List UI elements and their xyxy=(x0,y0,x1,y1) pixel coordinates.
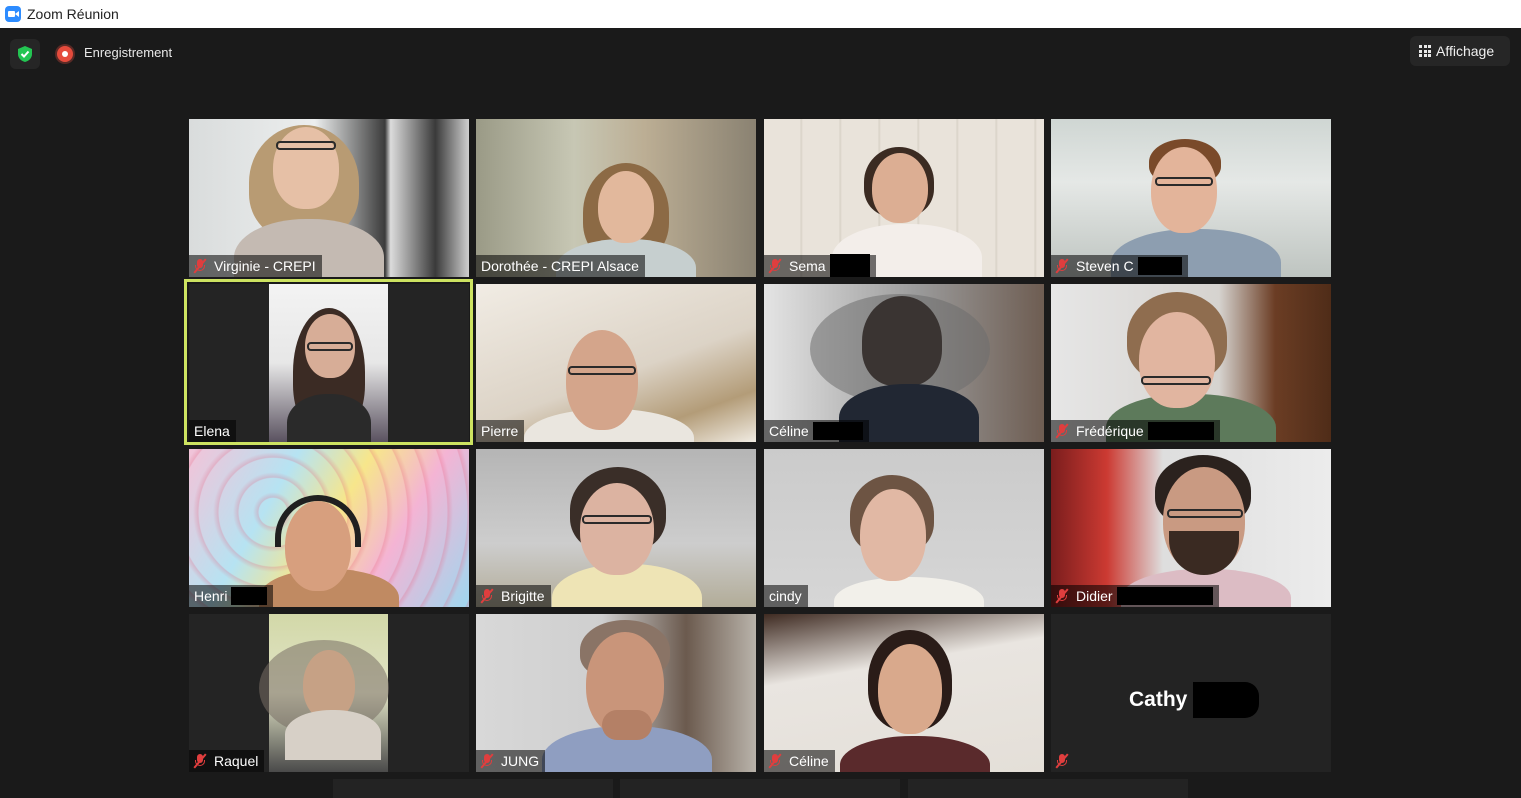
video-tile-brigitte[interactable]: Brigitte xyxy=(476,449,756,607)
muted-mic-icon xyxy=(768,258,782,274)
participant-name-tag: Henri xyxy=(189,585,274,607)
participant-name-tag: Céline xyxy=(764,420,869,442)
recording-indicator-icon xyxy=(57,46,73,62)
view-button[interactable]: Affichage xyxy=(1410,36,1510,66)
grid-view-icon xyxy=(1419,45,1431,57)
video-tile-sema[interactable]: Sema xyxy=(764,119,1044,277)
video-tile-frederique[interactable]: Frédérique xyxy=(1051,284,1331,442)
participant-name-tag: Elena xyxy=(189,420,236,442)
muted-mic-icon xyxy=(1055,753,1069,769)
participant-name: Céline xyxy=(769,423,809,439)
next-page-tile xyxy=(333,779,613,798)
participant-name: Steven C xyxy=(1076,258,1134,274)
participant-name: Céline xyxy=(789,753,829,769)
redaction-box xyxy=(812,422,863,440)
window-title: Zoom Réunion xyxy=(27,6,119,22)
redaction-box xyxy=(1193,682,1260,718)
muted-mic-icon xyxy=(480,588,494,604)
video-tile-didier[interactable]: Didier xyxy=(1051,449,1331,607)
shield-check-icon xyxy=(18,46,32,62)
video-tile-virginie[interactable]: Virginie - CREPI xyxy=(189,119,469,277)
participant-name-tag: Brigitte xyxy=(476,585,551,607)
participant-name-tag: JUNG xyxy=(476,750,546,772)
participant-name: Didier xyxy=(1076,588,1113,604)
zoom-camera-icon xyxy=(5,6,21,22)
video-tile-dorothee[interactable]: Dorothée - CREPI Alsace xyxy=(476,119,756,277)
participant-name: Raquel xyxy=(214,753,259,769)
meeting-top-bar: Enregistrement Affichage xyxy=(0,28,1521,78)
participant-name-tag xyxy=(1051,750,1082,772)
participant-name-tag: cindy xyxy=(764,585,808,607)
participant-name: Virginie - CREPI xyxy=(214,258,316,274)
video-tile-jung[interactable]: JUNG xyxy=(476,614,756,772)
video-tile-celine-1[interactable]: Céline xyxy=(764,284,1044,442)
video-tile-raquel[interactable]: Raquel xyxy=(189,614,469,772)
window-titlebar: Zoom Réunion xyxy=(0,0,1521,28)
participant-name: Frédérique xyxy=(1076,423,1144,439)
participant-name-tag: Virginie - CREPI xyxy=(189,255,322,277)
participant-name: Pierre xyxy=(481,423,519,439)
video-tile-pierre[interactable]: Pierre xyxy=(476,284,756,442)
participant-name: Cathy xyxy=(1129,688,1188,711)
video-tile-henri[interactable]: Henri xyxy=(189,449,469,607)
muted-mic-icon xyxy=(193,753,207,769)
participant-name: Sema xyxy=(789,258,826,274)
participant-name-tag: Raquel xyxy=(189,750,265,772)
participant-name-tag: Didier xyxy=(1051,585,1219,607)
participant-name: Elena xyxy=(194,423,230,439)
participant-name: cindy xyxy=(769,588,802,604)
muted-mic-icon xyxy=(768,753,782,769)
muted-mic-icon xyxy=(1055,588,1069,604)
muted-mic-icon xyxy=(1055,258,1069,274)
muted-mic-icon xyxy=(1055,423,1069,439)
next-page-tile xyxy=(620,779,900,798)
redaction-box xyxy=(231,587,268,605)
redaction-box xyxy=(1147,422,1214,440)
redaction-box xyxy=(1116,587,1213,605)
video-tile-steven[interactable]: Steven C xyxy=(1051,119,1331,277)
participant-name-tag: Dorothée - CREPI Alsace xyxy=(476,255,645,277)
participant-name: Brigitte xyxy=(501,588,545,604)
participant-name: Henri xyxy=(194,588,228,604)
video-off-participant-name: Cathy xyxy=(1129,682,1260,718)
muted-mic-icon xyxy=(480,753,494,769)
view-button-label: Affichage xyxy=(1436,43,1495,59)
video-tile-celine-2[interactable]: Céline xyxy=(764,614,1044,772)
next-page-tile xyxy=(908,779,1188,798)
participant-name: Dorothée - CREPI Alsace xyxy=(481,258,639,274)
participant-name-tag: Frédérique xyxy=(1051,420,1220,442)
video-tile-elena[interactable]: Elena xyxy=(189,284,469,442)
redaction-box xyxy=(829,254,870,277)
muted-mic-icon xyxy=(193,258,207,274)
redaction-box xyxy=(1137,257,1182,275)
participant-name-tag: Pierre xyxy=(476,420,525,442)
participant-name-tag: Sema xyxy=(764,254,876,277)
security-shield-button[interactable] xyxy=(10,39,40,69)
participant-name-tag: Steven C xyxy=(1051,255,1188,277)
participant-name-tag: Céline xyxy=(764,750,835,772)
video-tile-cindy[interactable]: cindy xyxy=(764,449,1044,607)
participant-name: JUNG xyxy=(501,753,540,769)
recording-label: Enregistrement xyxy=(84,45,173,60)
